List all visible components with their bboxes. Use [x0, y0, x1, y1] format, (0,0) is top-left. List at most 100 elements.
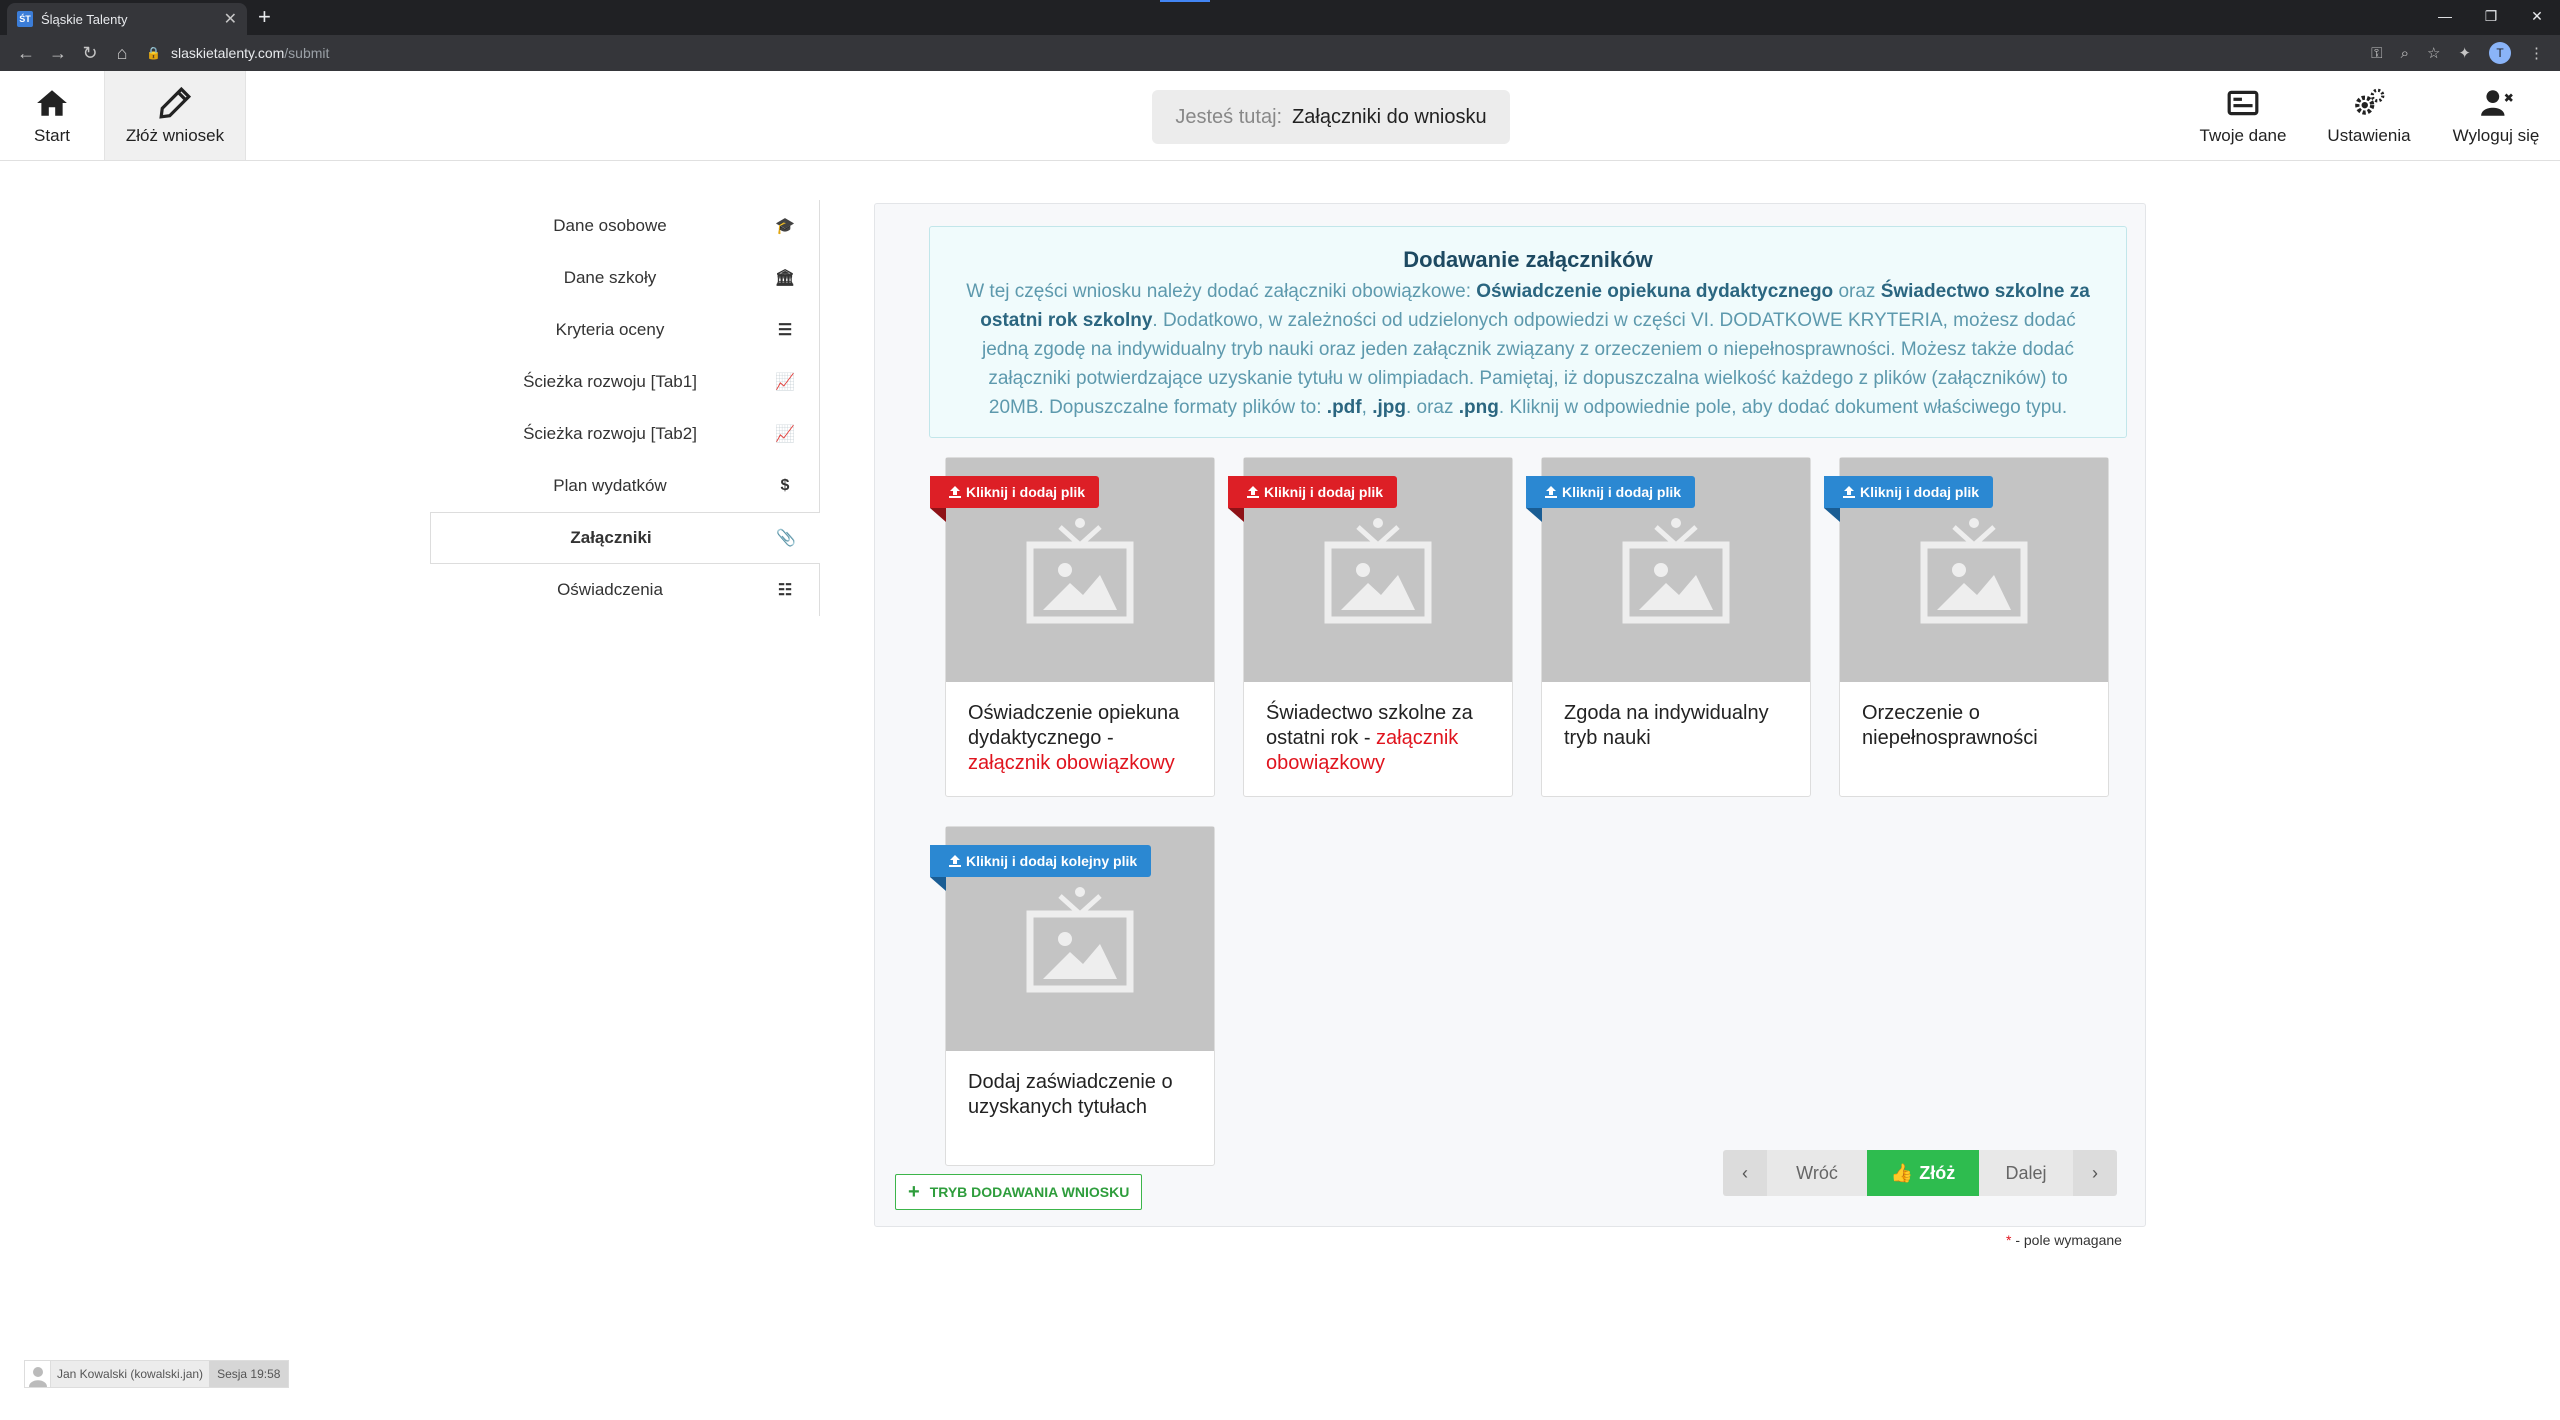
- info-title: Dodawanie załączników: [1403, 247, 1653, 272]
- image-placeholder-icon: [1920, 518, 2028, 624]
- next-arrow-button[interactable]: ›: [2073, 1150, 2117, 1196]
- ribbon-label: Kliknij i dodaj plik: [1264, 484, 1384, 500]
- close-tab-icon[interactable]: ✕: [224, 9, 237, 29]
- sidebar-item-label: Ścieżka rozwoju [Tab1]: [523, 372, 697, 391]
- sidebar-item-path-tab1[interactable]: Ścieżka rozwoju [Tab1] 📈: [430, 356, 820, 408]
- restore-icon[interactable]: ❐: [2468, 0, 2514, 32]
- sliders-icon: ☰: [777, 322, 793, 339]
- nav-your-data-label: Twoje dane: [2199, 125, 2287, 145]
- paperclip-icon: 📎: [776, 530, 796, 547]
- upload-icon: [1545, 486, 1557, 498]
- window-controls: — ❐ ✕: [2422, 0, 2560, 32]
- attachment-card-titles[interactable]: Kliknij i dodaj kolejny plik Dodaj zaświ…: [930, 826, 1215, 1166]
- favicon-icon: ŚT: [17, 11, 33, 27]
- attachment-card-supervisor-statement[interactable]: Kliknij i dodaj plik Oświadczenie opieku…: [930, 457, 1215, 797]
- sidebar-item-label: Kryteria oceny: [555, 320, 665, 339]
- image-placeholder-icon: [1026, 887, 1134, 993]
- back-button[interactable]: Wróć: [1767, 1150, 1867, 1196]
- application-mode-button[interactable]: + TRYB DODAWANIA WNIOSKU: [895, 1174, 1143, 1210]
- nav-start[interactable]: Start: [14, 71, 90, 160]
- card-caption: Orzeczenie o niepełnosprawności: [1862, 702, 2038, 749]
- sidebar-item-label: Oświadczenia: [557, 580, 663, 599]
- loading-indicator: [1160, 0, 1210, 2]
- sidebar-item-criteria[interactable]: Kryteria oceny ☰: [430, 304, 820, 356]
- profile-avatar[interactable]: T: [2489, 42, 2511, 64]
- checklist-icon: ☷: [777, 582, 793, 599]
- nav-submit-label: Złóż wniosek: [125, 125, 225, 145]
- image-placeholder-icon: [1622, 518, 1730, 624]
- bookmark-star-icon[interactable]: ☆: [2427, 44, 2440, 62]
- ribbon-label: Kliknij i dodaj kolejny plik: [966, 853, 1138, 869]
- extensions-icon[interactable]: ✦: [2458, 44, 2471, 62]
- sidebar-item-attachments[interactable]: Załączniki 📎: [430, 512, 820, 564]
- session-info: Jan Kowalski (kowalski.jan) Sesja 19:58: [24, 1360, 290, 1388]
- ribbon-label: Kliknij i dodaj plik: [1860, 484, 1980, 500]
- breadcrumb: Jesteś tutaj: Załączniki do wniosku: [1152, 90, 1510, 144]
- nav-logout-label: Wyloguj się: [2452, 125, 2540, 145]
- section-menu: Dane osobowe 🎓 Dane szkoły 🏛 Kryteria oc…: [430, 200, 820, 616]
- chevron-right-icon: ›: [2092, 1162, 2098, 1183]
- nav-settings-label: Ustawienia: [2327, 125, 2411, 145]
- sidebar-item-school-data[interactable]: Dane szkoły 🏛: [430, 252, 820, 304]
- nav-start-label: Start: [34, 125, 70, 145]
- user-remove-icon: [2481, 89, 2513, 116]
- add-file-ribbon-button[interactable]: Kliknij i dodaj plik: [1824, 476, 1994, 522]
- reload-icon[interactable]: ↻: [74, 43, 106, 64]
- application-mode-label: TRYB DODAWANIA WNIOSKU: [929, 1184, 1130, 1200]
- nav-submit-application[interactable]: Złóż wniosek: [104, 71, 246, 160]
- zoom-icon[interactable]: ⌕: [2401, 45, 2409, 62]
- sidebar-item-path-tab2[interactable]: Ścieżka rozwoju [Tab2] 📈: [430, 408, 820, 460]
- sidebar-item-personal-data[interactable]: Dane osobowe 🎓: [430, 200, 820, 252]
- attachments-panel: Dodawanie załączników W tej części wnios…: [874, 203, 2146, 1227]
- sidebar-item-declarations[interactable]: Oświadczenia ☷: [430, 564, 820, 616]
- ribbon-label: Kliknij i dodaj plik: [966, 484, 1086, 500]
- nav-your-data[interactable]: Twoje dane: [2190, 71, 2296, 160]
- breadcrumb-label: Jesteś tutaj:: [1175, 105, 1283, 128]
- tab-title: Śląskie Talenty: [41, 11, 128, 27]
- card-caption: Świadectwo szkolne za ostatni rok - załą…: [1266, 702, 1473, 774]
- browser-titlebar: ŚT Śląskie Talenty ✕ + — ❐ ✕: [0, 0, 2560, 35]
- browser-menu-icon[interactable]: ⋮: [2529, 44, 2544, 62]
- add-file-ribbon-button[interactable]: Kliknij i dodaj plik: [1228, 476, 1398, 522]
- next-button[interactable]: Dalej: [1979, 1150, 2073, 1196]
- avatar: [25, 1361, 51, 1387]
- attachment-card-individual-study[interactable]: Kliknij i dodaj plik Zgoda na indywidual…: [1526, 457, 1811, 797]
- add-file-ribbon-button[interactable]: Kliknij i dodaj plik: [930, 476, 1100, 522]
- url-field[interactable]: 🔒 slaskietalenty.com/submit: [138, 39, 2371, 67]
- home-icon: [37, 89, 67, 116]
- institution-icon: 🏛: [774, 270, 796, 287]
- add-another-file-ribbon-button[interactable]: Kliknij i dodaj kolejny plik: [930, 845, 1152, 891]
- attachment-card-disability[interactable]: Kliknij i dodaj plik Orzeczenie o niepeł…: [1824, 457, 2109, 797]
- line-chart-icon: 📈: [775, 426, 795, 443]
- user-name: Jan Kowalski (kowalski.jan): [57, 1367, 204, 1381]
- new-tab-icon[interactable]: +: [258, 4, 271, 30]
- browser-tab[interactable]: ŚT Śląskie Talenty ✕: [7, 3, 247, 35]
- forward-arrow-icon[interactable]: →: [42, 43, 74, 64]
- add-file-ribbon-button[interactable]: Kliknij i dodaj plik: [1526, 476, 1696, 522]
- sidebar-item-expense-plan[interactable]: Plan wydatków $: [430, 460, 820, 512]
- back-arrow-icon[interactable]: ←: [10, 43, 42, 64]
- nav-settings[interactable]: Ustawienia: [2316, 71, 2422, 160]
- attachment-card-school-certificate[interactable]: Kliknij i dodaj plik Świadectwo szkolne …: [1228, 457, 1513, 797]
- upload-icon: [1843, 486, 1855, 498]
- info-box: Dodawanie załączników W tej części wnios…: [929, 226, 2127, 438]
- prev-arrow-button[interactable]: ‹: [1723, 1150, 1767, 1196]
- nav-logout[interactable]: Wyloguj się: [2438, 71, 2554, 160]
- window-close-icon[interactable]: ✕: [2514, 0, 2560, 32]
- card-caption: Zgoda na indywidualny tryb nauki: [1564, 702, 1769, 749]
- submit-button[interactable]: 👍 Złóż: [1867, 1150, 1979, 1196]
- minimize-icon[interactable]: —: [2422, 0, 2468, 32]
- key-icon[interactable]: ⚿: [2371, 45, 2382, 62]
- upload-icon: [949, 486, 961, 498]
- submit-label: Złóż: [1919, 1162, 1956, 1183]
- lock-icon: 🔒: [146, 46, 161, 60]
- home-icon[interactable]: ⌂: [106, 43, 138, 64]
- pencil-icon: [159, 86, 192, 119]
- upload-icon: [1247, 486, 1259, 498]
- sidebar-item-label: Plan wydatków: [553, 476, 667, 495]
- required-label: załącznik obowiązkowy: [968, 752, 1175, 774]
- graduation-cap-icon: 🎓: [775, 218, 795, 235]
- image-placeholder-icon: [1324, 518, 1432, 624]
- sidebar-item-label: Ścieżka rozwoju [Tab2]: [523, 424, 697, 443]
- step-navigation: ‹ Wróć 👍 Złóż Dalej ›: [1723, 1150, 2117, 1196]
